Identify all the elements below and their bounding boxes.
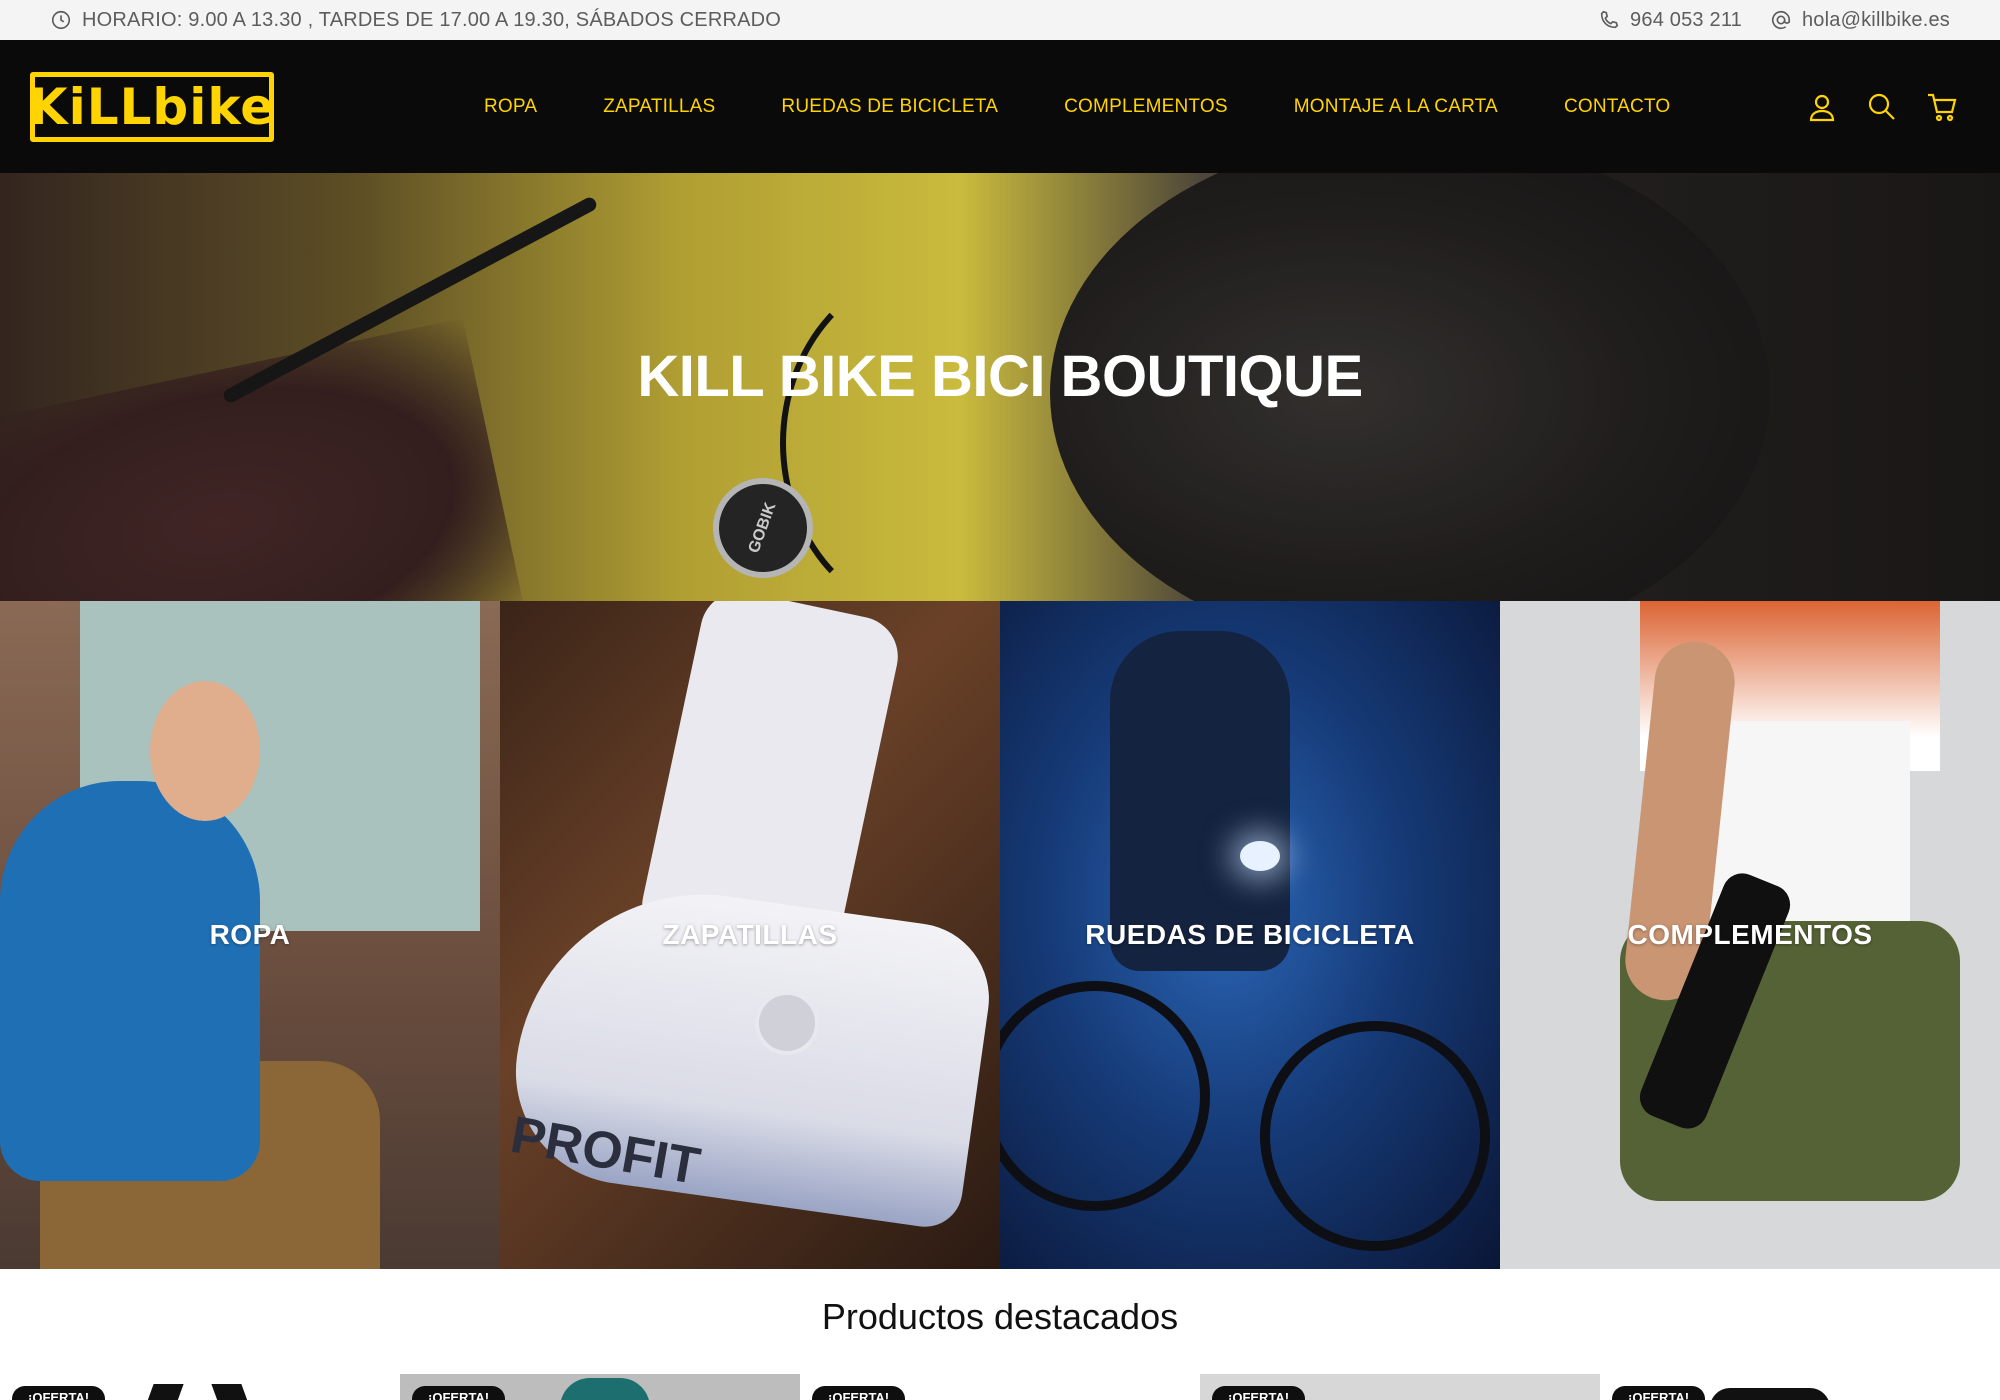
header-actions — [1806, 40, 1958, 173]
tile-bg-wheel-rear — [1260, 1021, 1490, 1251]
product-card[interactable]: ¡OFERTA! — [0, 1374, 400, 1400]
tile-bg-boa-dial — [755, 991, 819, 1055]
product-card[interactable]: ¡OFERTA! — [400, 1374, 800, 1400]
product-card[interactable]: ¡OFERTA! — [1600, 1374, 2000, 1400]
phone-number: 964 053 211 — [1630, 8, 1742, 31]
schedule-text: HORARIO: 9.00 A 13.30 , TARDES DE 17.00 … — [82, 8, 782, 31]
category-label: ZAPATILLAS — [662, 919, 838, 950]
sale-badge: ¡OFERTA! — [1212, 1386, 1306, 1400]
tile-bg-head — [150, 681, 260, 821]
featured-products-row: ¡OFERTA! ¡OFERTA! ¡OFERTA! ¡OFERTA! ¡OFE… — [0, 1374, 2000, 1400]
search-icon[interactable] — [1866, 91, 1898, 123]
top-info-bar: HORARIO: 9.00 A 13.30 , TARDES DE 17.00 … — [0, 0, 2000, 40]
user-icon[interactable] — [1806, 91, 1838, 123]
email-address: hola@killbike.es — [1801, 8, 1950, 31]
sale-badge: ¡OFERTA! — [412, 1386, 506, 1400]
site-header: KiLLbike ROPA ZAPATILLAS RUEDAS DE BICIC… — [0, 40, 2000, 173]
category-tile-ropa[interactable]: ROPA — [0, 601, 500, 1269]
hero-banner: GOBIK KILL BIKE BICI BOUTIQUE — [0, 173, 2000, 601]
cart-icon[interactable] — [1926, 91, 1958, 123]
nav-item-contacto[interactable]: CONTACTO — [1564, 96, 1670, 118]
category-label: RUEDAS DE BICICLETA — [1085, 919, 1415, 950]
category-grid: ROPA PROFIT ZAPATILLAS RUEDAS DE BICICLE… — [0, 601, 2000, 1269]
category-tile-complementos[interactable]: COMPLEMENTOS — [1500, 601, 2000, 1269]
hero-title: KILL BIKE BICI BOUTIQUE — [637, 344, 1363, 409]
tile-bg-bike-light — [1240, 841, 1280, 871]
category-tile-ruedas[interactable]: RUEDAS DE BICICLETA — [1000, 601, 1500, 1269]
phone-icon — [1598, 9, 1620, 31]
at-icon — [1770, 9, 1792, 31]
logo-text: KiLLbike — [28, 78, 276, 136]
nav-item-ropa[interactable]: ROPA — [484, 96, 537, 118]
category-label: COMPLEMENTOS — [1627, 919, 1873, 950]
nav-item-ruedas[interactable]: RUEDAS DE BICICLETA — [781, 96, 998, 118]
tile-bg-wheel-front — [1000, 981, 1210, 1211]
sale-badge: ¡OFERTA! — [12, 1386, 106, 1400]
main-nav: ROPA ZAPATILLAS RUEDAS DE BICICLETA COMP… — [484, 40, 1670, 173]
nav-item-montaje[interactable]: MONTAJE A LA CARTA — [1294, 96, 1498, 118]
clock-icon — [50, 9, 72, 31]
sale-badge: ¡OFERTA! — [812, 1386, 906, 1400]
product-card[interactable]: ¡OFERTA! — [800, 1374, 1200, 1400]
phone-link[interactable]: 964 053 211 — [1598, 9, 1742, 32]
tile-bg-jersey — [0, 781, 260, 1181]
nav-item-complementos[interactable]: COMPLEMENTOS — [1064, 96, 1228, 118]
category-tile-zapatillas[interactable]: PROFIT ZAPATILLAS — [500, 601, 1000, 1269]
nav-item-zapatillas[interactable]: ZAPATILLAS — [603, 96, 715, 118]
email-link[interactable]: hola@killbike.es — [1770, 9, 1950, 32]
product-card[interactable]: ¡OFERTA! — [1200, 1374, 1600, 1400]
site-logo[interactable]: KiLLbike — [28, 72, 276, 142]
category-label: ROPA — [209, 919, 291, 950]
featured-products-title: Productos destacados — [821, 1296, 1179, 1337]
schedule-group: HORARIO: 9.00 A 13.30 , TARDES DE 17.00 … — [50, 9, 781, 32]
sale-badge: ¡OFERTA! — [1612, 1386, 1706, 1400]
